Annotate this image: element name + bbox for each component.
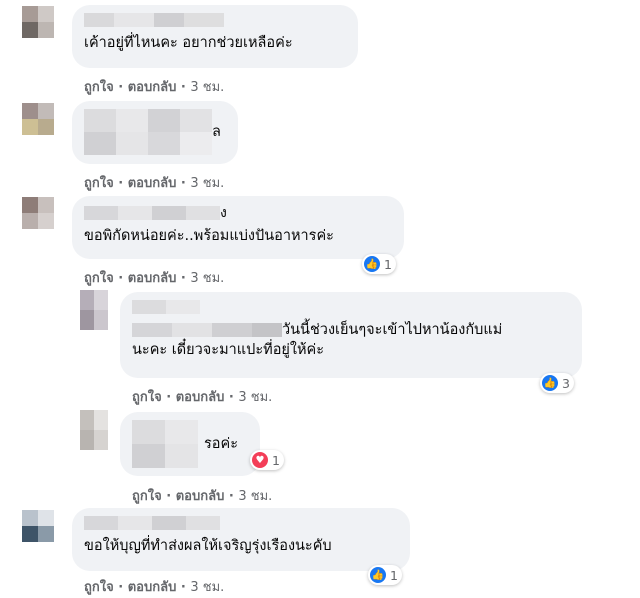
reply-link[interactable]: ตอบกลับ xyxy=(128,80,177,95)
avatar[interactable] xyxy=(22,197,54,229)
avatar[interactable] xyxy=(22,103,54,135)
blurred-author-name[interactable] xyxy=(84,516,398,530)
like-link[interactable]: ถูกใจ xyxy=(132,390,162,405)
comment-text: ขอให้บุญที่ทำส่งผลให้เจริญรุ่งเรืองนะคับ xyxy=(84,538,332,554)
reaction-count: 3 xyxy=(562,375,570,391)
comment-timestamp[interactable]: 3 ชม. xyxy=(190,176,224,191)
like-link[interactable]: ถูกใจ xyxy=(84,80,114,95)
reply-link[interactable]: ตอบกลับ xyxy=(128,176,177,191)
like-icon: 👍 xyxy=(364,256,380,272)
comment-actions: ถูกใจ · ตอบกลับ · 3 ชม. xyxy=(84,80,225,95)
comment-actions: ถูกใจ · ตอบกลับ · 3 ชม. xyxy=(84,271,225,286)
like-link[interactable]: ถูกใจ xyxy=(84,176,114,191)
comment-timestamp[interactable]: 3 ชม. xyxy=(190,271,224,286)
reaction-summary[interactable]: 👍 1 xyxy=(362,254,396,274)
like-link[interactable]: ถูกใจ xyxy=(132,489,162,504)
avatar[interactable] xyxy=(80,410,108,450)
blurred-author-name[interactable] xyxy=(84,109,212,155)
comment-actions: ถูกใจ · ตอบกลับ · 3 ชม. xyxy=(132,390,273,405)
reaction-count: 1 xyxy=(272,452,280,468)
reply-link[interactable]: ตอบกลับ xyxy=(176,489,225,504)
like-icon: 👍 xyxy=(370,567,386,583)
blurred-mention[interactable] xyxy=(132,323,282,337)
author-name-suffix: ง xyxy=(220,205,227,221)
blurred-author-name[interactable] xyxy=(132,300,570,314)
reaction-summary[interactable]: 👍 1 xyxy=(368,565,402,585)
comment-bubble: ล xyxy=(72,101,238,164)
comment-text: ขอพิกัดหน่อยค่ะ..พร้อมแบ่งปันอาหารค่ะ xyxy=(84,228,334,244)
comment-actions: ถูกใจ · ตอบกลับ · 3 ชม. xyxy=(84,176,225,191)
avatar[interactable] xyxy=(80,290,108,330)
comment-bubble: รอค่ะ xyxy=(120,412,260,476)
reaction-summary[interactable]: 👍 3 xyxy=(540,373,574,393)
avatar[interactable] xyxy=(22,6,54,38)
comment-text: นะคะ เดี๋ยวจะมาแปะที่อยู่ให้ค่ะ xyxy=(132,342,325,358)
like-link[interactable]: ถูกใจ xyxy=(84,580,114,595)
like-link[interactable]: ถูกใจ xyxy=(84,271,114,286)
comment-timestamp[interactable]: 3 ชม. xyxy=(238,390,272,405)
comment-bubble: ง ขอพิกัดหน่อยค่ะ..พร้อมแบ่งปันอาหารค่ะ xyxy=(72,196,404,259)
comment-text: วันนี้ช่วงเย็นๆจะเข้าไปหาน้องกับแม่ xyxy=(282,322,503,338)
comment-text: เค้าอยู่ที่ไหนคะ อยากช่วยเหลือค่ะ xyxy=(84,35,293,51)
like-icon: 👍 xyxy=(542,375,558,391)
comment-bubble: เค้าอยู่ที่ไหนคะ อยากช่วยเหลือค่ะ xyxy=(72,5,358,68)
comment-bubble: ขอให้บุญที่ทำส่งผลให้เจริญรุ่งเรืองนะคับ xyxy=(72,508,410,571)
blurred-author-name[interactable] xyxy=(84,206,220,220)
comment-timestamp[interactable]: 3 ชม. xyxy=(238,489,272,504)
reaction-summary[interactable]: ♥ 1 xyxy=(250,450,284,470)
comment-actions: ถูกใจ · ตอบกลับ · 3 ชม. xyxy=(84,580,225,595)
reply-link[interactable]: ตอบกลับ xyxy=(176,390,225,405)
comment-actions: ถูกใจ · ตอบกลับ · 3 ชม. xyxy=(132,489,273,504)
comment-timestamp[interactable]: 3 ชม. xyxy=(190,580,224,595)
avatar[interactable] xyxy=(22,510,54,542)
love-icon: ♥ xyxy=(252,452,268,468)
blurred-author-name[interactable] xyxy=(132,420,198,468)
reaction-count: 1 xyxy=(384,256,392,272)
comment-text: รอค่ะ xyxy=(204,436,238,452)
blurred-author-name[interactable] xyxy=(84,13,346,27)
reply-link[interactable]: ตอบกลับ xyxy=(128,271,177,286)
reply-link[interactable]: ตอบกลับ xyxy=(128,580,177,595)
reaction-count: 1 xyxy=(390,567,398,583)
author-name-suffix: ล xyxy=(212,124,221,140)
comment-timestamp[interactable]: 3 ชม. xyxy=(190,80,224,95)
comment-bubble: วันนี้ช่วงเย็นๆจะเข้าไปหาน้องกับแม่ นะคะ… xyxy=(120,292,582,378)
